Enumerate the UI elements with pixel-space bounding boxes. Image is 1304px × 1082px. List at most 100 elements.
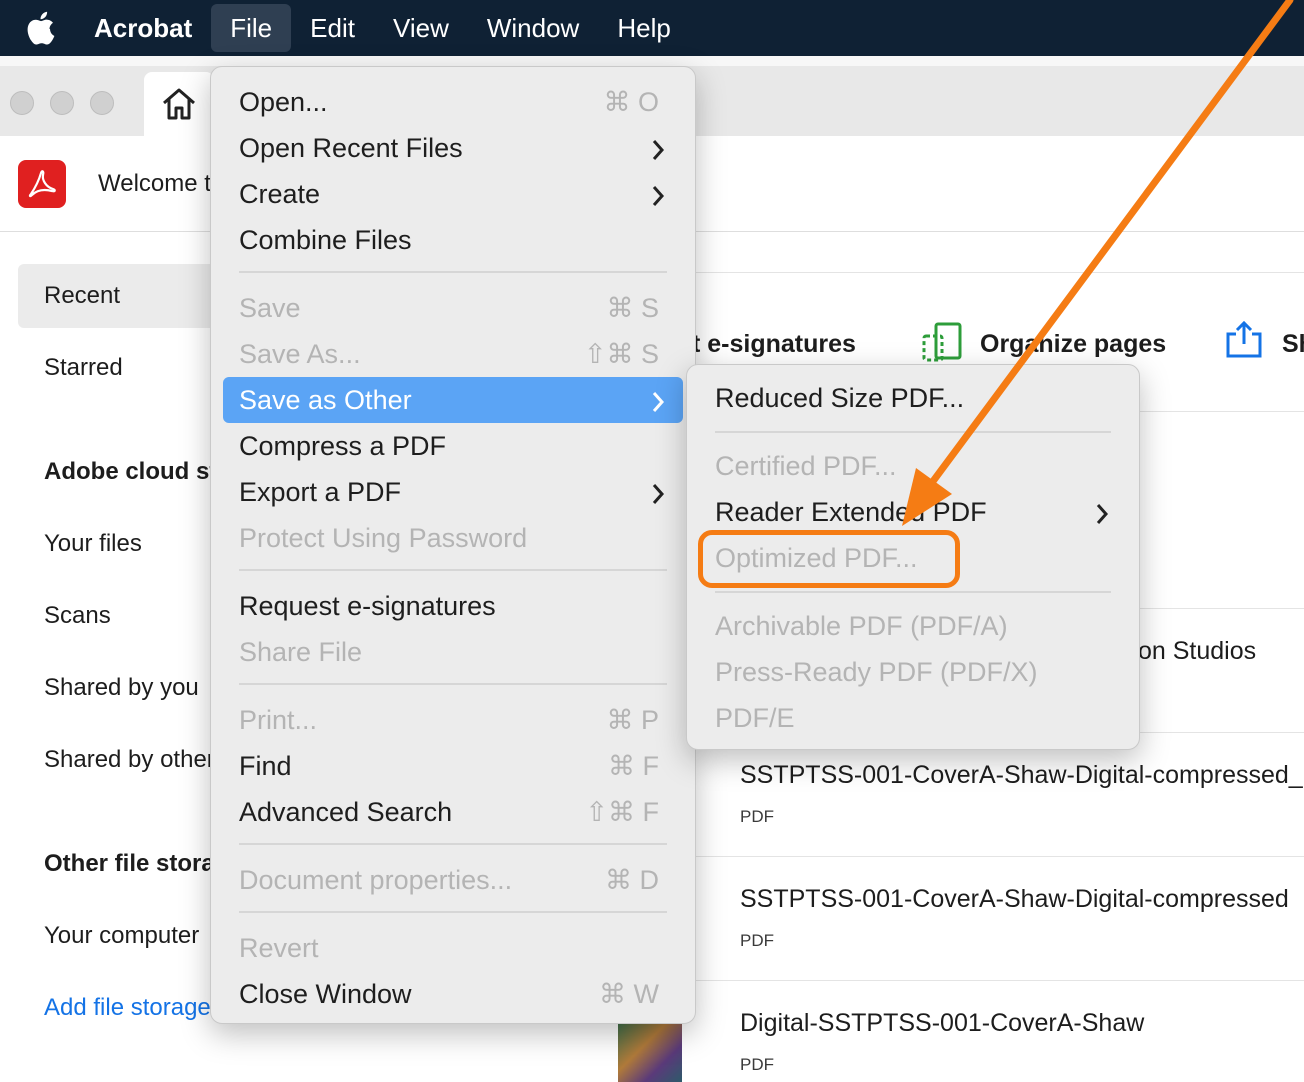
menu-item-save-as-other[interactable]: Save as Other bbox=[223, 377, 683, 423]
menu-separator bbox=[239, 569, 667, 571]
menu-item-label: Combine Files bbox=[239, 225, 412, 255]
home-icon bbox=[163, 88, 195, 120]
sidebar-item-recent[interactable]: Recent bbox=[44, 282, 120, 310]
file-name: SSTPTSS-001-CoverA-Shaw-Digital-compress… bbox=[740, 761, 1304, 789]
chevron-right-icon bbox=[652, 186, 665, 206]
menubar-edit[interactable]: Edit bbox=[291, 4, 374, 52]
menu-item-combine[interactable]: Combine Files bbox=[223, 217, 683, 263]
submenu-item-reader-extended[interactable]: Reader Extended PDF bbox=[699, 489, 1127, 535]
minimize-window-icon[interactable] bbox=[50, 91, 74, 115]
file-type: PDF bbox=[740, 1055, 774, 1074]
sidebar-item-shared-by-you[interactable]: Shared by you bbox=[44, 674, 199, 702]
file-row[interactable]: SSTPTSS-001-CoverA-Shaw-Digital-compress… bbox=[690, 856, 1304, 980]
menu-item-protect: Protect Using Password bbox=[223, 515, 683, 561]
request-esignatures-tool[interactable]: t e-signatures bbox=[692, 330, 856, 359]
menu-shortcut: ⇧⌘ S bbox=[583, 339, 659, 369]
share-tool[interactable]: Sh bbox=[1282, 330, 1304, 359]
file-thumbnail bbox=[618, 1022, 682, 1082]
organize-pages-tool[interactable]: Organize pages bbox=[980, 330, 1166, 359]
menu-separator bbox=[715, 431, 1111, 433]
menu-item-label: Create bbox=[239, 179, 321, 209]
acrobat-logo-icon bbox=[18, 160, 66, 208]
add-file-storage-link[interactable]: Add file storage bbox=[44, 994, 211, 1022]
menu-item-label: Find bbox=[239, 751, 292, 781]
sidebar-item-your-files[interactable]: Your files bbox=[44, 530, 142, 558]
menubar-view[interactable]: View bbox=[374, 4, 468, 52]
file-row[interactable]: Digital-SSTPTSS-001-CoverA-Shaw PDF bbox=[690, 980, 1304, 1082]
menu-item-label: Archivable PDF (PDF/A) bbox=[715, 611, 1008, 641]
menu-item-close-window[interactable]: Close Window ⌘ W bbox=[223, 971, 683, 1017]
menu-item-label: Certified PDF... bbox=[715, 451, 897, 481]
menu-item-label: Save as Other bbox=[239, 385, 412, 415]
sidebar-item-shared-by-others[interactable]: Shared by other bbox=[44, 746, 215, 774]
file-menu: Open... ⌘ O Open Recent Files Create Com… bbox=[210, 66, 696, 1024]
menu-shortcut: ⌘ F bbox=[608, 751, 659, 781]
file-name: Digital-SSTPTSS-001-CoverA-Shaw bbox=[740, 1009, 1145, 1037]
menu-item-label: PDF/E bbox=[715, 703, 795, 733]
menu-item-label: Press-Ready PDF (PDF/X) bbox=[715, 657, 1038, 687]
sidebar: Recent Starred Adobe cloud st Your files… bbox=[0, 232, 238, 1082]
menu-item-label: Protect Using Password bbox=[239, 523, 528, 553]
menu-item-label: Save bbox=[239, 293, 301, 323]
menu-item-label: Close Window bbox=[239, 979, 412, 1009]
menu-item-create[interactable]: Create bbox=[223, 171, 683, 217]
menubar-file[interactable]: File bbox=[211, 4, 292, 52]
menu-item-revert: Revert bbox=[223, 925, 683, 971]
close-window-icon[interactable] bbox=[10, 91, 34, 115]
macos-menu-bar: Acrobat File Edit View Window Help bbox=[0, 0, 1304, 56]
zoom-window-icon[interactable] bbox=[90, 91, 114, 115]
menubar-app-name[interactable]: Acrobat bbox=[80, 4, 211, 52]
menu-item-label: Open Recent Files bbox=[239, 133, 463, 163]
apple-logo-icon[interactable] bbox=[0, 11, 80, 45]
menu-item-advanced-search[interactable]: Advanced Search ⇧⌘ F bbox=[223, 789, 683, 835]
submenu-item-pdfe: PDF/E bbox=[699, 695, 1127, 741]
submenu-item-reduced-size[interactable]: Reduced Size PDF... bbox=[699, 375, 1127, 421]
menu-separator bbox=[239, 911, 667, 913]
sidebar-item-your-computer[interactable]: Your computer bbox=[44, 922, 199, 950]
menu-item-print: Print... ⌘ P bbox=[223, 697, 683, 743]
menu-shortcut: ⌘ D bbox=[605, 865, 659, 895]
menu-item-label: Compress a PDF bbox=[239, 431, 447, 461]
menu-item-open-recent[interactable]: Open Recent Files bbox=[223, 125, 683, 171]
menu-item-label: Share File bbox=[239, 637, 363, 667]
menu-item-find[interactable]: Find ⌘ F bbox=[223, 743, 683, 789]
chevron-right-icon bbox=[652, 484, 665, 504]
home-tab[interactable] bbox=[144, 72, 214, 136]
menu-item-save: Save ⌘ S bbox=[223, 285, 683, 331]
menu-item-request-esignatures[interactable]: Request e-signatures bbox=[223, 583, 683, 629]
menu-item-label: Request e-signatures bbox=[239, 591, 496, 621]
menu-item-save-as: Save As... ⇧⌘ S bbox=[223, 331, 683, 377]
sidebar-heading-adobe-cloud: Adobe cloud st bbox=[44, 458, 218, 485]
menu-item-label: Save As... bbox=[239, 339, 361, 369]
submenu-item-archivable: Archivable PDF (PDF/A) bbox=[699, 603, 1127, 649]
share-icon bbox=[1226, 320, 1262, 358]
menu-item-export[interactable]: Export a PDF bbox=[223, 469, 683, 515]
file-type: PDF bbox=[740, 931, 774, 950]
menu-item-label: Document properties... bbox=[239, 865, 513, 895]
menu-separator bbox=[715, 591, 1111, 593]
menu-shortcut: ⇧⌘ F bbox=[585, 797, 659, 827]
menu-shortcut: ⌘ P bbox=[606, 705, 659, 735]
sidebar-heading-other-storage: Other file storaç bbox=[44, 850, 229, 877]
submenu-item-certified: Certified PDF... bbox=[699, 443, 1127, 489]
menubar-help[interactable]: Help bbox=[598, 4, 689, 52]
annotation-highlight-box bbox=[698, 530, 960, 588]
file-type: PDF bbox=[740, 807, 774, 826]
menu-item-open[interactable]: Open... ⌘ O bbox=[223, 79, 683, 125]
file-row[interactable]: SSTPTSS-001-CoverA-Shaw-Digital-compress… bbox=[690, 732, 1304, 856]
file-name: SSTPTSS-001-CoverA-Shaw-Digital-compress… bbox=[740, 885, 1289, 913]
menu-item-label: Advanced Search bbox=[239, 797, 453, 827]
sidebar-item-starred[interactable]: Starred bbox=[44, 354, 123, 382]
menu-separator bbox=[239, 843, 667, 845]
sidebar-item-scans[interactable]: Scans bbox=[44, 602, 111, 630]
menu-item-label: Reduced Size PDF... bbox=[715, 383, 965, 413]
file-name: on Studios bbox=[1138, 637, 1257, 665]
menu-shortcut: ⌘ O bbox=[603, 87, 659, 117]
menu-shortcut: ⌘ W bbox=[599, 979, 659, 1009]
menu-item-label: Open... bbox=[239, 87, 328, 117]
menu-item-share-file: Share File bbox=[223, 629, 683, 675]
menu-item-compress[interactable]: Compress a PDF bbox=[223, 423, 683, 469]
menu-item-label: Export a PDF bbox=[239, 477, 402, 507]
menubar-window[interactable]: Window bbox=[468, 4, 598, 52]
menu-item-label: Revert bbox=[239, 933, 319, 963]
